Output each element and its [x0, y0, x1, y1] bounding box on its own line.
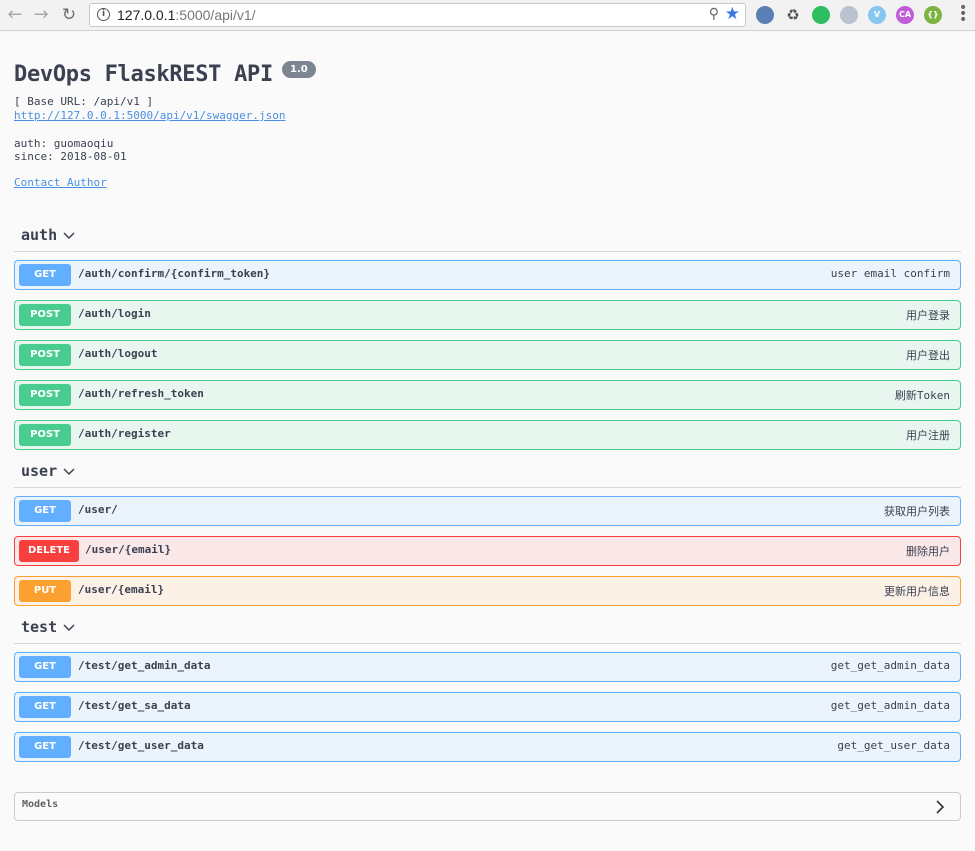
- tag-name: test: [21, 618, 58, 636]
- operation-post[interactable]: POST/auth/logout 用户登出: [14, 340, 961, 370]
- operation-summary: 删除用户: [906, 545, 950, 558]
- operation-path: /test/get_sa_data: [78, 699, 191, 712]
- url-host: 127.0.0.1: [117, 7, 176, 23]
- operation-summary: 用户登录: [906, 309, 950, 322]
- operation-post[interactable]: POST/auth/register 用户注册: [14, 420, 961, 450]
- tag-auth[interactable]: auth: [14, 225, 961, 252]
- operation-path: /test/get_user_data: [78, 739, 204, 752]
- operation-get[interactable]: GET/test/get_sa_data get_get_admin_data: [14, 692, 961, 722]
- operation-get[interactable]: GET/auth/confirm/{confirm_token} user ema…: [14, 260, 961, 290]
- method-badge: POST: [19, 304, 71, 326]
- api-info: DevOps FlaskREST API 1.0: [14, 61, 954, 87]
- operation-post[interactable]: POST/auth/refresh_token 刷新Token: [14, 380, 961, 410]
- operation-path: /auth/confirm/{confirm_token}: [78, 267, 271, 280]
- menu-icon[interactable]: • • •: [959, 1, 967, 27]
- operation-summary: user email confirm: [830, 267, 950, 280]
- operation-path: /auth/logout: [78, 347, 158, 360]
- method-badge: GET: [19, 696, 71, 718]
- globe-extension-icon[interactable]: [756, 6, 774, 24]
- chevron-down-icon[interactable]: [63, 622, 75, 634]
- browser-toolbar: ← → ↻ i 127.0.0.1:5000/api/v1/ ⚲ ★ ♻ V CA {…: [0, 0, 975, 31]
- base-url: [ Base URL: /api/v1 ]: [14, 95, 154, 108]
- operation-summary: 更新用户信息: [884, 585, 950, 598]
- url-text[interactable]: 127.0.0.1:5000/api/v1/: [117, 7, 256, 23]
- address-bar[interactable]: i 127.0.0.1:5000/api/v1/ ⚲ ★: [89, 3, 746, 27]
- method-badge: GET: [19, 500, 71, 522]
- bookmark-star-icon[interactable]: ★: [725, 4, 740, 24]
- url-path: :5000/api/v1/: [175, 7, 256, 23]
- tag-name: user: [21, 462, 58, 480]
- operation-post[interactable]: POST/auth/login 用户登录: [14, 300, 961, 330]
- ca-extension-icon[interactable]: CA: [896, 6, 914, 24]
- method-badge: GET: [19, 656, 71, 678]
- models-section[interactable]: Models: [14, 792, 961, 821]
- method-badge: DELETE: [19, 540, 79, 562]
- operation-get[interactable]: GET/test/get_user_data get_get_user_data: [14, 732, 961, 762]
- api-title: DevOps FlaskREST API: [14, 62, 273, 87]
- forward-icon[interactable]: →: [30, 4, 52, 26]
- circle-extension-icon[interactable]: [840, 6, 858, 24]
- operation-path: /auth/refresh_token: [78, 387, 204, 400]
- chevron-down-icon[interactable]: [63, 466, 75, 478]
- operation-path: /auth/login: [78, 307, 151, 320]
- operation-summary: get_get_user_data: [837, 739, 950, 752]
- json-extension-icon[interactable]: {}: [924, 6, 942, 24]
- contact-author-link[interactable]: Contact Author: [14, 176, 107, 189]
- operation-summary: get_get_admin_data: [830, 699, 950, 712]
- tag-name: auth: [21, 226, 58, 244]
- operation-get[interactable]: GET/test/get_admin_data get_get_admin_dat…: [14, 652, 961, 682]
- reload-icon[interactable]: ↻: [58, 4, 80, 26]
- operation-path: /auth/register: [78, 427, 171, 440]
- operation-summary: 用户注册: [906, 429, 950, 442]
- zoom-icon[interactable]: ⚲: [709, 6, 719, 22]
- tag-user[interactable]: user: [14, 461, 961, 488]
- method-badge: POST: [19, 424, 71, 446]
- operation-summary: 用户登出: [906, 349, 950, 362]
- models-title: Models: [22, 799, 59, 810]
- operation-path: /user/{email}: [78, 583, 165, 596]
- back-icon[interactable]: ←: [4, 4, 26, 26]
- operation-put[interactable]: PUT/user/{email} 更新用户信息: [14, 576, 961, 606]
- chevron-right-icon: [936, 800, 945, 814]
- method-badge: POST: [19, 344, 71, 366]
- evernote-extension-icon[interactable]: [812, 6, 830, 24]
- method-badge: GET: [19, 736, 71, 758]
- tag-test[interactable]: test: [14, 617, 961, 644]
- swagger-json-link[interactable]: http://127.0.0.1:5000/api/v1/swagger.jso…: [14, 109, 286, 122]
- method-badge: POST: [19, 384, 71, 406]
- recycle-extension-icon[interactable]: ♻: [784, 6, 802, 24]
- operation-path: /user/{email}: [85, 543, 172, 556]
- operation-summary: 刷新Token: [894, 389, 950, 402]
- operation-path: /test/get_admin_data: [78, 659, 211, 672]
- vimeo-extension-icon[interactable]: V: [868, 6, 886, 24]
- method-badge: GET: [19, 264, 71, 286]
- operation-delete[interactable]: DELETE/user/{email} 删除用户: [14, 536, 961, 566]
- operation-summary: get_get_admin_data: [830, 659, 950, 672]
- auth-line: auth: guomaoqiu: [14, 137, 114, 150]
- chevron-down-icon[interactable]: [63, 230, 75, 242]
- since-line: since: 2018-08-01: [14, 150, 127, 163]
- version-badge: 1.0: [282, 61, 316, 78]
- method-badge: PUT: [19, 580, 71, 602]
- info-icon[interactable]: i: [97, 8, 110, 21]
- operation-get[interactable]: GET/user/获取用户列表: [14, 496, 961, 526]
- operation-summary: 获取用户列表: [884, 505, 950, 518]
- operation-path: /user/: [78, 503, 118, 516]
